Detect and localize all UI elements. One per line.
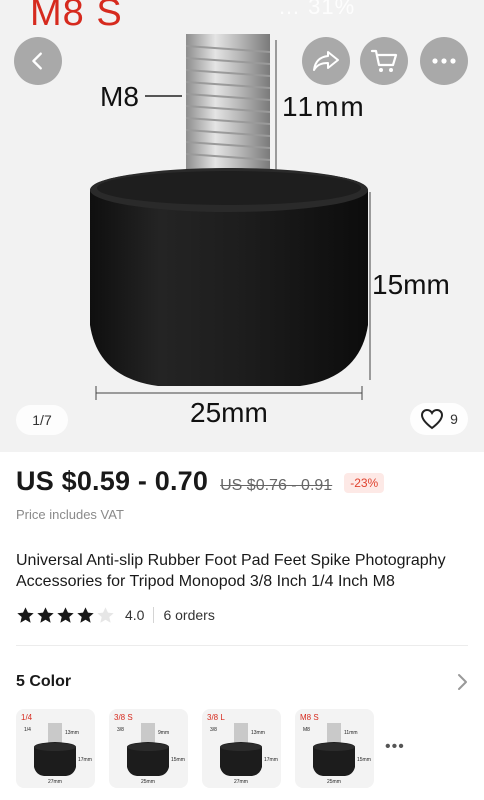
color-option-width-label: 25mm [141, 779, 155, 785]
share-button[interactable] [302, 37, 350, 85]
color-option-height2-label: 15mm [357, 757, 371, 763]
dim-thread-label: M8 [100, 81, 139, 112]
color-option-thread-label: M8 [303, 727, 310, 733]
product-title[interactable]: Universal Anti-slip Rubber Foot Pad Feet… [16, 550, 476, 592]
color-option-label: 3/8 L [207, 713, 225, 722]
color-option-height2-label: 17mm [78, 757, 92, 763]
color-option-label: 1/4 [21, 713, 33, 722]
star-filled-icon [37, 606, 54, 623]
color-option-height1-label: 11mm [344, 730, 358, 736]
color-option-height1-label: 9mm [158, 730, 169, 736]
dim-body-height-label: 15mm [372, 269, 450, 300]
rating-divider [153, 607, 155, 623]
discount-badge: -23% [344, 473, 385, 493]
cart-icon [370, 49, 398, 72]
cart-button[interactable] [360, 37, 408, 85]
orders-count: 6 orders [163, 607, 215, 623]
color-option-width-label: 27mm [48, 779, 62, 785]
wishlist-count: 9 [450, 411, 458, 427]
chevron-right-icon[interactable] [452, 672, 472, 692]
star-rating [16, 606, 115, 625]
more-dots-icon [432, 58, 456, 64]
color-option-thread-label: 3/8 [210, 727, 217, 733]
product-photo: M8 11mm 15mm 25mm [90, 34, 450, 428]
color-option-thumbnail[interactable]: 1/4 13mm 17mm 27mm 1/4 [16, 709, 95, 788]
color-option-height1-label: 13mm [65, 730, 79, 736]
heart-icon [421, 408, 444, 430]
color-section-heading[interactable]: 5 Color [16, 673, 71, 691]
color-option-width-label: 25mm [327, 779, 341, 785]
rating-value: 4.0 [125, 607, 145, 623]
back-button[interactable] [14, 37, 62, 85]
color-option-height2-label: 17mm [264, 757, 278, 763]
color-option-thread-label: 3/8 [117, 727, 124, 733]
color-options: 1/4 13mm 17mm 27mm 1/4 3/8 9mm 15mm 25mm 3/8 S 3/8… [16, 709, 374, 788]
image-counter: 1/7 [16, 405, 68, 435]
color-option-height2-label: 15mm [171, 757, 185, 763]
color-option-height1-label: 13mm [251, 730, 265, 736]
rating-row[interactable]: 4.0 6 orders [16, 604, 215, 626]
color-option-thumbnail[interactable]: M8 11mm 15mm 25mm M8 S [295, 709, 374, 788]
color-option-thumbnail[interactable]: 3/8 9mm 15mm 25mm 3/8 S [109, 709, 188, 788]
chevron-left-icon [32, 52, 42, 70]
original-price: US $0.76 - 0.91 [220, 477, 333, 494]
color-option-thumbnail[interactable]: 3/8 13mm 17mm 27mm 3/8 L [202, 709, 281, 788]
star-empty-icon [97, 606, 114, 623]
color-option-label: 3/8 S [114, 713, 133, 722]
product-image-gallery[interactable]: M8 11mm 15mm 25mm M8 S … 31% 1/7 9 [0, 0, 484, 452]
variant-overlay-text: M8 S [30, 0, 123, 34]
star-filled-icon [57, 606, 74, 623]
star-filled-icon [17, 606, 34, 623]
star-filled-icon [77, 606, 94, 623]
dim-width-label: 25mm [190, 397, 268, 428]
price-row: US $0.59 - 0.70 US $0.76 - 0.91 -23% [16, 466, 385, 497]
share-icon [313, 51, 339, 71]
color-option-thread-label: 1/4 [24, 727, 31, 733]
color-option-width-label: 27mm [234, 779, 248, 785]
current-price: US $0.59 - 0.70 [16, 466, 209, 496]
more-options-button[interactable] [420, 37, 468, 85]
section-divider [16, 645, 468, 646]
more-colors-indicator[interactable]: ••• [385, 738, 405, 756]
dim-thread-height-label: 11mm [282, 91, 366, 122]
status-bar-ghost: … 31% [278, 0, 356, 19]
color-option-label: M8 S [300, 713, 319, 722]
wishlist-button[interactable]: 9 [410, 403, 468, 435]
vat-note: Price includes VAT [16, 507, 124, 522]
